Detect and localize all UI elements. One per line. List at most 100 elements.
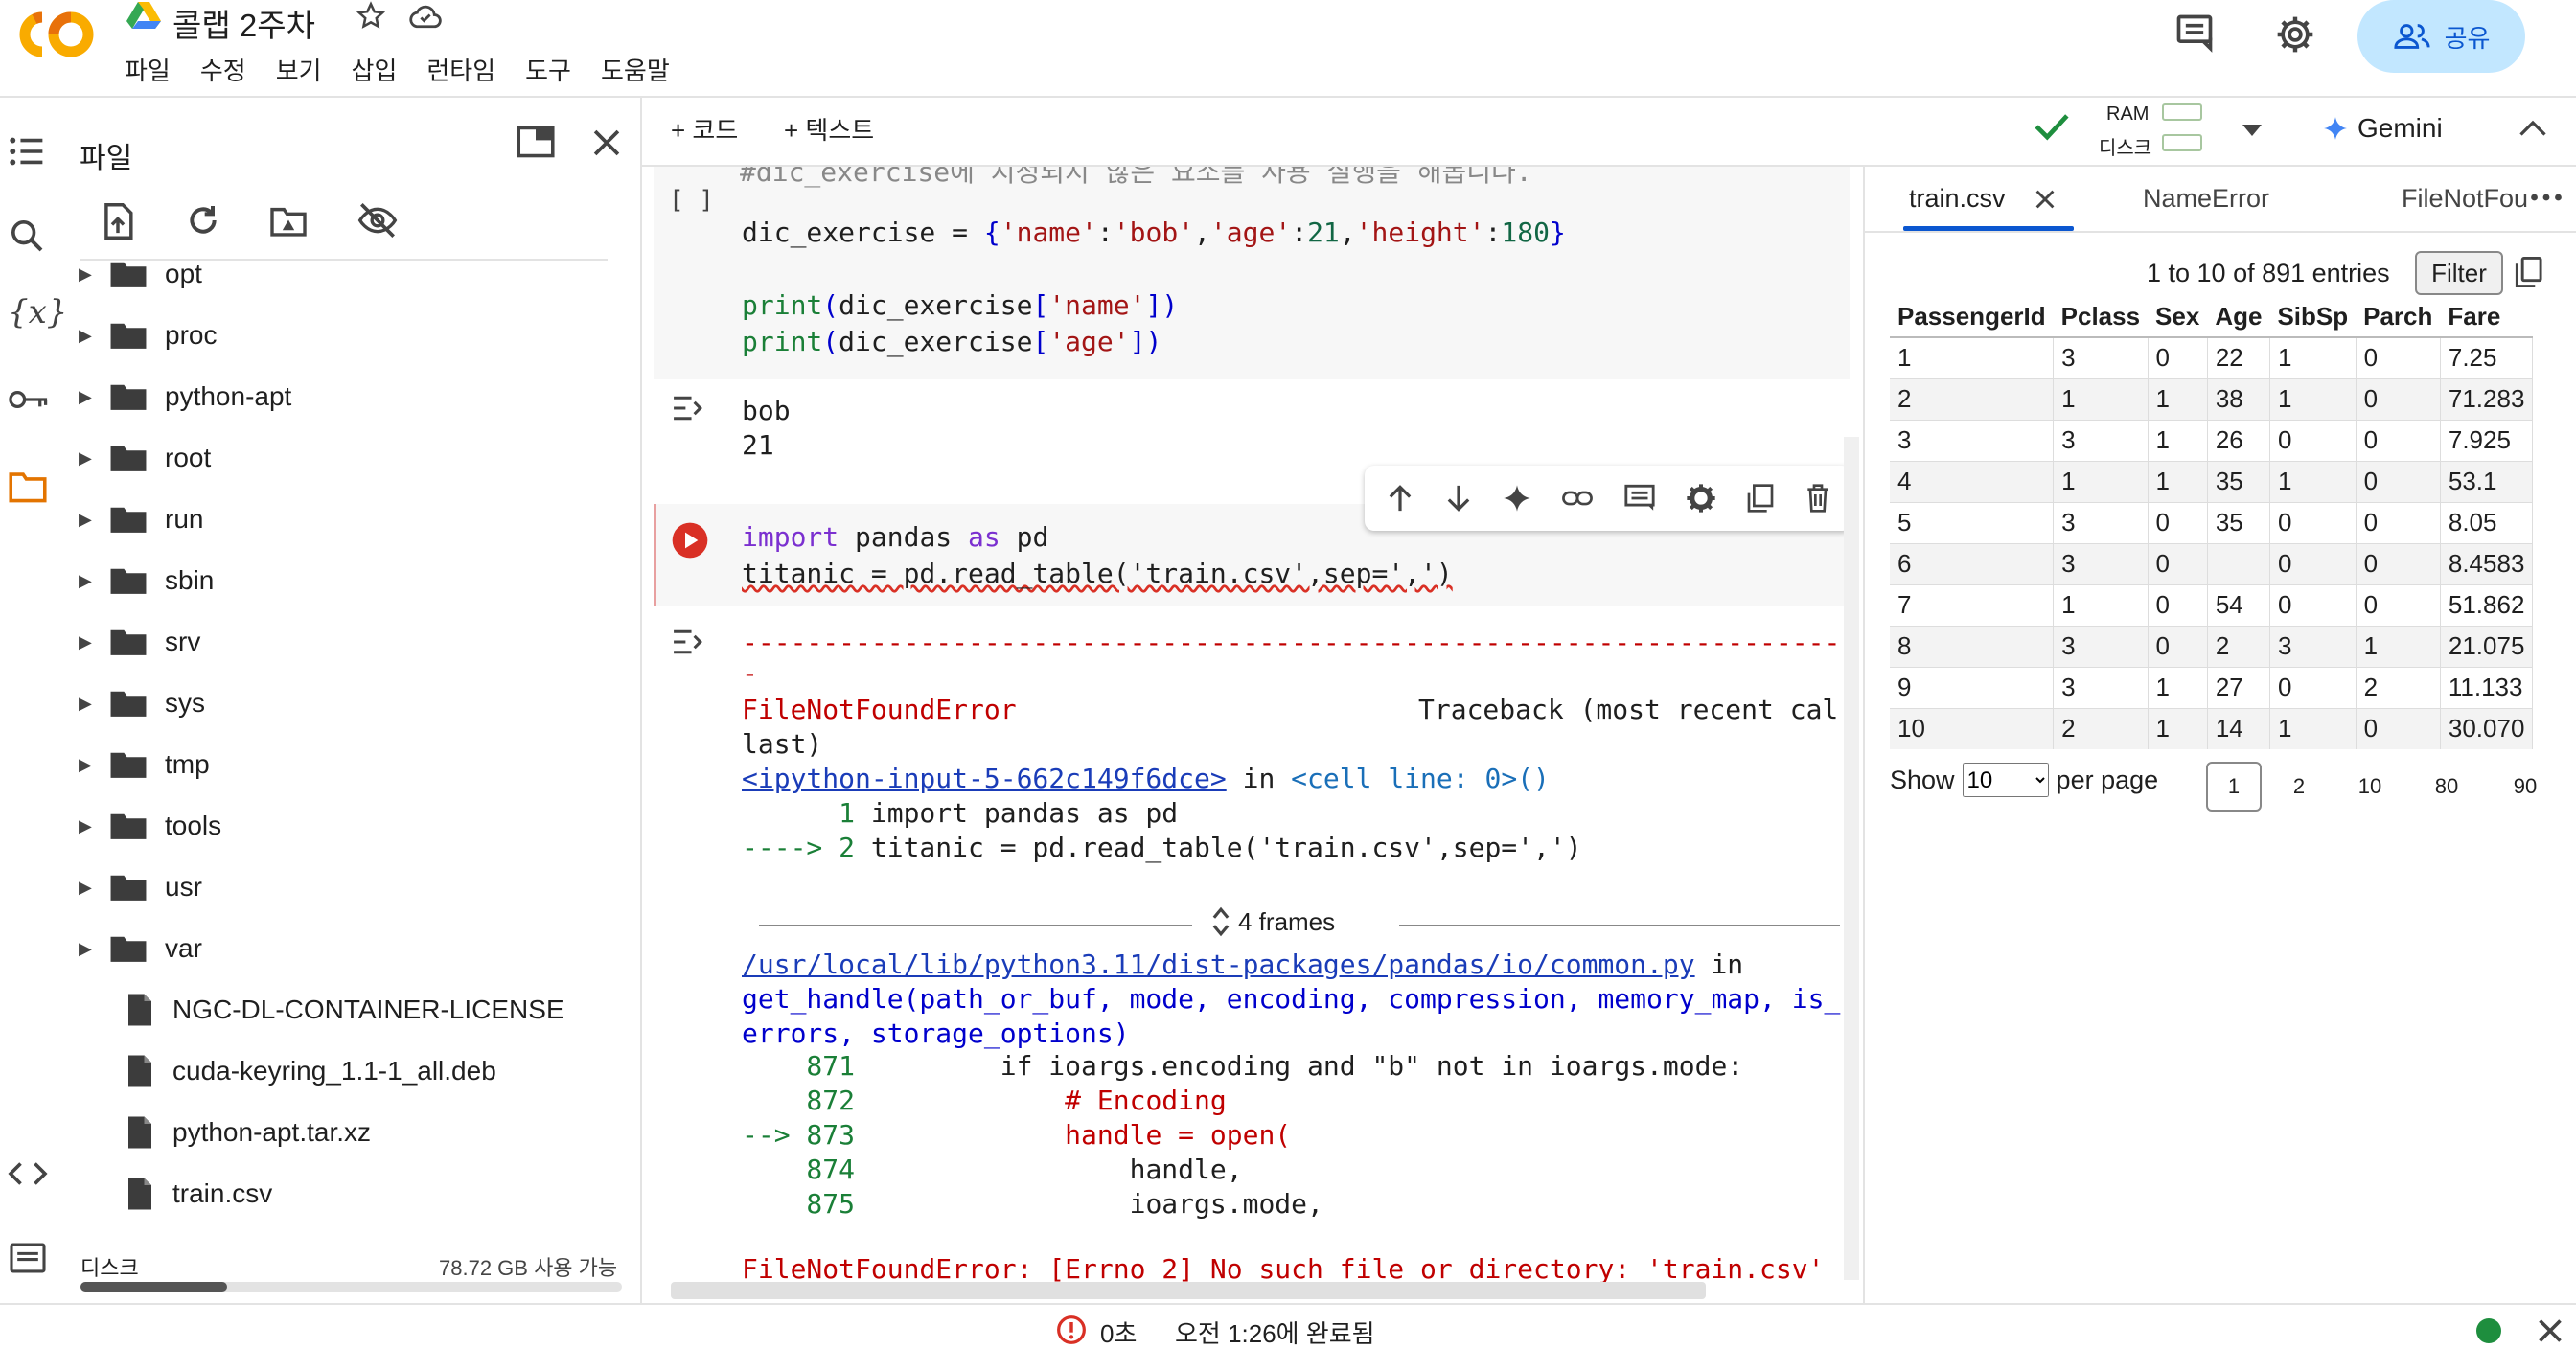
tree-folder-row[interactable]: ▶ opt [77,243,632,305]
more-vert-icon[interactable] [2530,192,2563,203]
common-py-link[interactable]: /usr/local/lib/python3.11/dist-packages/… [742,949,1695,980]
notebook-title[interactable]: 콜랩 2주차 [172,0,315,46]
menu-view[interactable]: 보기 [276,52,322,85]
tree-folder-row[interactable]: ▶ sbin [77,550,632,611]
gemini-sparkle-icon[interactable] [1503,484,1531,513]
tree-folder-row[interactable]: ▶ usr [77,857,632,918]
copy-icon[interactable] [2513,255,2543,289]
tree-folder-row[interactable]: ▶ tmp [77,734,632,795]
expand-arrow-icon[interactable]: ▶ [79,448,109,469]
expand-arrow-icon[interactable]: ▶ [79,510,109,530]
expand-arrow-icon[interactable]: ▶ [79,326,109,346]
open-in-window-icon[interactable] [516,125,556,159]
close-icon[interactable] [2536,1316,2564,1345]
expand-arrow-icon[interactable]: ▶ [79,694,109,714]
hide-hidden-files-icon[interactable] [356,201,399,240]
add-text-button[interactable]: + 텍스트 [784,111,874,147]
tree-folder-row[interactable]: ▶ tools [77,795,632,857]
menu-file[interactable]: 파일 [125,52,171,85]
connected-check-icon[interactable] [2034,111,2070,142]
cell-settings-gear-icon[interactable] [1686,483,1716,514]
tree-folder-row[interactable]: ▶ srv [77,611,632,673]
column-header[interactable]: SibSp [2269,297,2357,338]
run-cell-icon[interactable] [671,521,709,560]
column-header[interactable]: Fare [2440,297,2533,338]
move-up-icon[interactable] [1386,483,1414,514]
expand-arrow-icon[interactable]: ▶ [79,632,109,652]
chevron-up-icon[interactable] [2518,117,2547,138]
page-size-select[interactable]: 10 [1962,763,2049,797]
link-icon[interactable] [1561,489,1594,508]
expand-arrow-icon[interactable]: ▶ [79,387,109,407]
frames-toggle[interactable]: 4 frames [1211,904,1335,939]
delete-trash-icon[interactable] [1805,483,1831,514]
expand-arrow-icon[interactable]: ▶ [79,571,109,591]
tree-folder-row[interactable]: ▶ sys [77,673,632,734]
menu-edit[interactable]: 수정 [200,52,246,85]
ram-meter[interactable] [2162,103,2202,121]
filter-button[interactable]: Filter [2415,251,2503,295]
add-code-button[interactable]: + 코드 [671,111,738,147]
refresh-icon[interactable] [184,201,222,240]
notebook-scrollbar-track[interactable] [1844,437,1859,1280]
column-header[interactable]: PassengerId [1890,297,2054,338]
expand-arrow-icon[interactable]: ▶ [79,939,109,959]
column-header[interactable]: Age [2207,297,2270,338]
move-down-icon[interactable] [1444,483,1473,514]
close-panel-icon[interactable] [590,126,623,159]
error-circle-icon[interactable] [1056,1315,1087,1345]
folder-name: run [165,504,204,534]
expand-arrow-icon[interactable]: ▶ [79,878,109,898]
tree-file-row[interactable]: train.csv [77,1163,632,1224]
expand-arrow-icon[interactable]: ▶ [79,755,109,775]
tree-file-row[interactable]: python-apt.tar.xz [77,1102,632,1163]
share-button[interactable]: 공유 [2358,0,2525,73]
tab-train-csv[interactable]: train.csv [1909,184,2006,214]
output-toggle-icon-2[interactable] [671,627,709,657]
cell1-prompt[interactable]: [ ] [669,186,714,215]
settings-gear-icon[interactable] [2274,13,2316,56]
mount-drive-icon[interactable] [268,205,309,238]
comment-icon[interactable] [1623,483,1656,514]
tree-file-row[interactable]: NGC-DL-CONTAINER-LICENSE [77,979,632,1040]
tree-folder-row[interactable]: ▶ run [77,489,632,550]
comment-icon[interactable] [2174,11,2216,54]
page-button-2[interactable]: 2 [2285,762,2313,812]
gemini-button[interactable]: Gemini [2323,113,2443,144]
column-header[interactable]: Sex [2148,297,2208,338]
expand-arrow-icon[interactable]: ▶ [79,264,109,285]
folder-name: root [165,443,212,472]
menu-insert[interactable]: 삽입 [352,52,398,85]
expand-arrow-icon[interactable]: ▶ [79,816,109,836]
tab-filenotfound[interactable]: FileNotFou [2402,184,2530,214]
page-button-1[interactable]: 1 [2206,762,2262,812]
menu-runtime[interactable]: 런타임 [426,52,495,85]
star-icon[interactable] [355,0,387,33]
output-horizontal-scrollbar[interactable] [671,1282,1706,1299]
tree-folder-row[interactable]: ▶ proc [77,305,632,366]
chevron-down-icon[interactable] [2241,123,2264,138]
column-header[interactable]: Pclass [2053,297,2149,338]
ipython-input-link[interactable]: <ipython-input-5-662c149f6dce> [742,763,1227,794]
page-button-10[interactable]: 10 [2356,762,2384,812]
upload-file-icon[interactable] [100,201,136,241]
close-tab-icon[interactable] [2034,188,2057,211]
tree-folder-row[interactable]: ▶ root [77,427,632,489]
status-completed[interactable]: 오전 1:26에 완료됨 [1175,1315,1375,1349]
table-cell: 10 [1890,707,2055,749]
tab-nameerror[interactable]: NameError [2143,184,2269,214]
mirror-cell-icon[interactable] [1746,483,1775,514]
runtime-status-dot [2476,1318,2501,1343]
disk-meter[interactable] [2162,134,2202,151]
output-toggle-icon[interactable] [671,393,709,423]
colab-logo[interactable] [13,6,98,63]
tree-folder-row[interactable]: ▶ var [77,918,632,979]
tree-file-row[interactable]: cuda-keyring_1.1-1_all.deb [77,1040,632,1102]
tree-folder-row[interactable]: ▶ python-apt [77,366,632,427]
cloud-saved-icon[interactable] [406,0,445,33]
page-button-90[interactable]: 90 [2511,762,2540,812]
menu-help[interactable]: 도움말 [601,52,670,85]
menu-tools[interactable]: 도구 [525,52,571,85]
column-header[interactable]: Parch [2356,297,2441,338]
page-button-80[interactable]: 80 [2432,762,2461,812]
